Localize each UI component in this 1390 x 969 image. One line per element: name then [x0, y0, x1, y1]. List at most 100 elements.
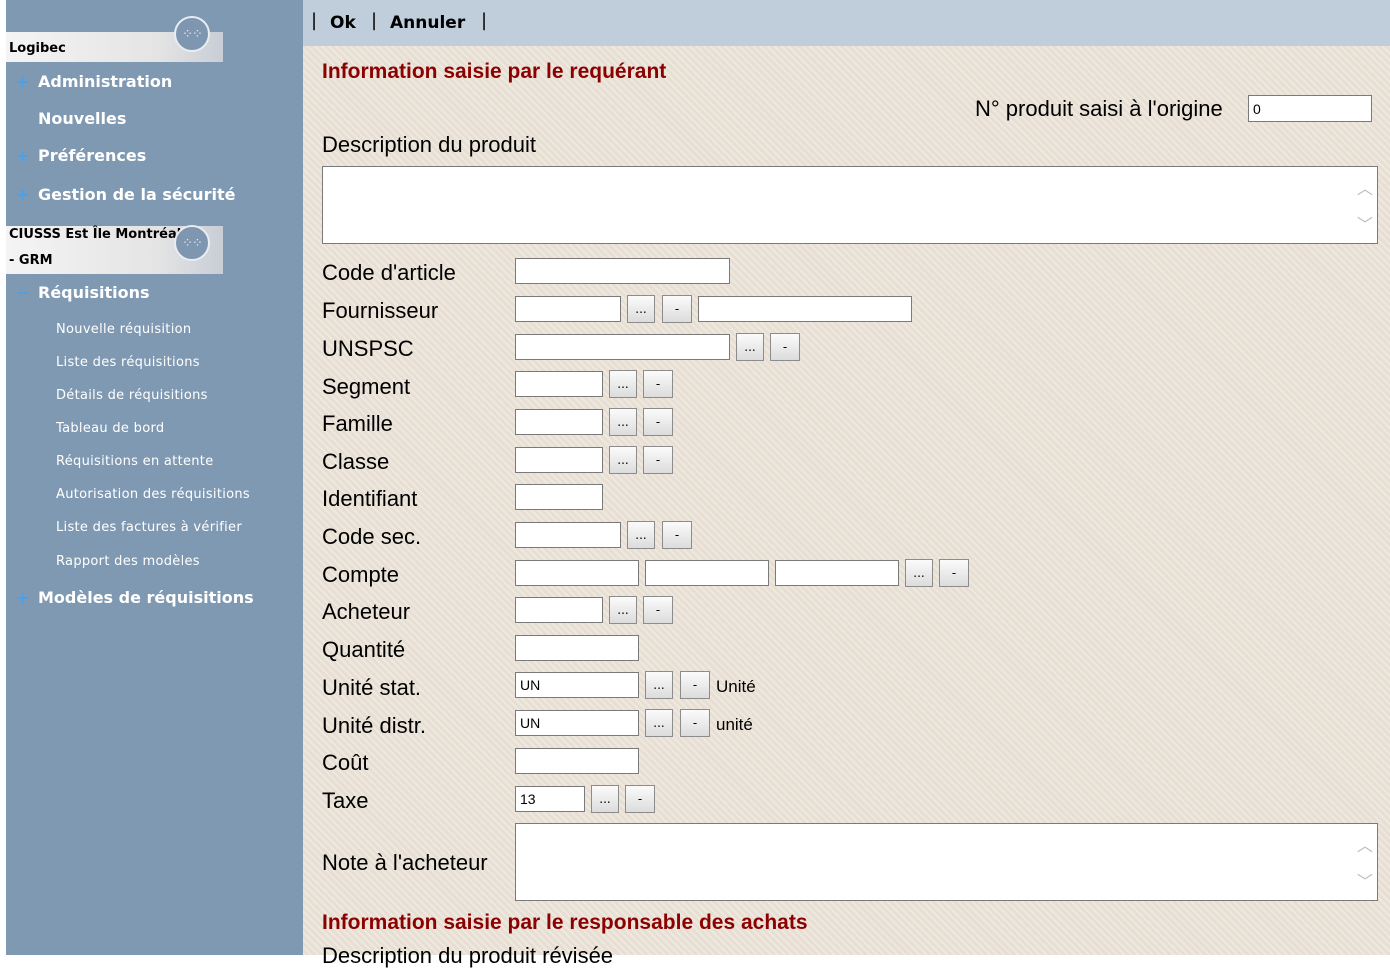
scroll-down-icon[interactable]: ﹀	[1357, 211, 1373, 235]
code-sec-input[interactable]	[515, 522, 621, 548]
compte-input-3[interactable]	[775, 560, 899, 586]
taxe-input[interactable]	[515, 786, 585, 812]
toolbar: | Ok | Annuler |	[303, 0, 1390, 46]
acheteur-lookup-button[interactable]: ...	[609, 596, 637, 624]
cancel-button[interactable]: Annuler	[390, 13, 465, 33]
code-sec-label: Code sec.	[322, 524, 422, 549]
compte-clear-button[interactable]: -	[939, 559, 969, 587]
fournisseur-name-input[interactable]	[698, 296, 912, 322]
unite-distr-label: Unité distr.	[322, 713, 426, 738]
quantite-input[interactable]	[515, 635, 639, 661]
scroll-up-icon[interactable]: ︿	[1357, 832, 1373, 856]
sidebar-subitem[interactable]: Liste des réquisitions	[56, 355, 200, 370]
description-textarea[interactable]: ︿ ﹀	[322, 166, 1378, 244]
unite-stat-lookup-button[interactable]: ...	[645, 671, 673, 699]
note-acheteur-textarea[interactable]: ︿ ﹀	[515, 823, 1378, 901]
cout-input[interactable]	[515, 748, 639, 774]
unite-distr-clear-button[interactable]: -	[680, 709, 710, 737]
collapse-icon[interactable]: −	[16, 283, 38, 302]
section-title-requerant: Information saisie par le requérant	[322, 60, 667, 83]
scroll-down-icon[interactable]: ﹀	[1357, 868, 1373, 892]
sidebar-item-gestion-securite[interactable]: + Gestion de la sécurité	[16, 185, 235, 204]
unite-distr-input[interactable]	[515, 710, 639, 736]
section-title-responsable: Information saisie par le responsable de…	[322, 911, 808, 934]
sidebar-item-preferences[interactable]: + Préférences	[16, 146, 146, 165]
unspsc-label: UNSPSC	[322, 336, 414, 361]
taxe-clear-button[interactable]: -	[625, 785, 655, 813]
sidebar-subitem[interactable]: Tableau de bord	[56, 421, 164, 436]
unite-stat-clear-button[interactable]: -	[680, 671, 710, 699]
compte-input-2[interactable]	[645, 560, 769, 586]
sidebar-subitem[interactable]: Rapport des modèles	[56, 554, 200, 569]
taxe-label: Taxe	[322, 788, 369, 813]
famille-clear-button[interactable]: -	[643, 408, 673, 436]
quantite-label: Quantité	[322, 637, 406, 662]
main-content: | Ok | Annuler | Information saisie par …	[303, 0, 1390, 968]
sidebar-subitem[interactable]: Réquisitions en attente	[56, 454, 214, 469]
acheteur-clear-button[interactable]: -	[643, 596, 673, 624]
ok-button[interactable]: Ok	[330, 13, 356, 33]
code-article-label: Code d'article	[322, 260, 456, 285]
unspsc-clear-button[interactable]: -	[770, 333, 800, 361]
segment-label: Segment	[322, 374, 411, 399]
sidebar-item-administration[interactable]: + Administration	[16, 72, 172, 91]
famille-input[interactable]	[515, 409, 603, 435]
scroll-up-icon[interactable]: ︿	[1357, 175, 1373, 199]
orig-product-input[interactable]	[1248, 95, 1372, 122]
expand-icon[interactable]: +	[16, 588, 38, 607]
famille-label: Famille	[322, 411, 393, 436]
expand-icon[interactable]: +	[16, 72, 38, 91]
compte-input-1[interactable]	[515, 560, 639, 586]
expand-icon[interactable]: +	[16, 185, 38, 204]
expand-icon[interactable]: +	[16, 146, 38, 165]
note-acheteur-label: Note à l'acheteur	[322, 850, 488, 875]
identifiant-label: Identifiant	[322, 486, 418, 511]
cout-label: Coût	[322, 750, 369, 775]
unspsc-lookup-button[interactable]: ...	[736, 333, 764, 361]
unite-stat-input[interactable]	[515, 672, 639, 698]
classe-clear-button[interactable]: -	[643, 446, 673, 474]
sidebar-item-requisitions[interactable]: − Réquisitions	[16, 283, 150, 302]
unite-stat-label: Unité stat.	[322, 675, 422, 700]
segment-clear-button[interactable]: -	[643, 370, 673, 398]
section-title: Logibec	[9, 41, 66, 56]
compte-lookup-button[interactable]: ...	[905, 559, 933, 587]
sidebar-item-label: Gestion de la sécurité	[38, 185, 236, 204]
classe-input[interactable]	[515, 447, 603, 473]
classe-label: Classe	[322, 449, 390, 474]
sidebar-subitem[interactable]: Détails de réquisitions	[56, 388, 208, 403]
code-sec-lookup-button[interactable]: ...	[627, 521, 655, 549]
famille-lookup-button[interactable]: ...	[609, 408, 637, 436]
sidebar-subitem[interactable]: Nouvelle réquisition	[56, 322, 191, 337]
toolbar-separator: |	[371, 10, 378, 31]
identifiant-input[interactable]	[515, 484, 603, 510]
fournisseur-lookup-button[interactable]: ...	[627, 295, 655, 323]
globe-icon[interactable]: ⁘⁘	[174, 16, 210, 52]
segment-lookup-button[interactable]: ...	[609, 370, 637, 398]
sidebar-item-label: Nouvelles	[38, 109, 127, 128]
unite-distr-description: unité	[716, 715, 753, 734]
taxe-lookup-button[interactable]: ...	[591, 785, 619, 813]
code-sec-clear-button[interactable]: -	[662, 521, 692, 549]
description-label: Description du produit	[322, 132, 537, 157]
segment-input[interactable]	[515, 371, 603, 397]
sidebar-item-label: Préférences	[38, 146, 147, 165]
toolbar-separator: |	[311, 10, 318, 31]
sidebar-subitem[interactable]: Liste des factures à vérifier	[56, 520, 242, 535]
section-subtitle: - GRM	[9, 253, 53, 268]
toolbar-separator: |	[481, 10, 488, 31]
sidebar-item-nouvelles[interactable]: Nouvelles	[16, 109, 126, 128]
code-article-input[interactable]	[515, 258, 730, 284]
sidebar-item-modeles-requisitions[interactable]: + Modèles de réquisitions	[16, 588, 254, 607]
fournisseur-clear-button[interactable]: -	[662, 295, 692, 323]
classe-lookup-button[interactable]: ...	[609, 446, 637, 474]
acheteur-input[interactable]	[515, 597, 603, 623]
globe-icon[interactable]: ⁘⁘	[174, 225, 210, 261]
fournisseur-label: Fournisseur	[322, 298, 439, 323]
unite-distr-lookup-button[interactable]: ...	[645, 709, 673, 737]
fournisseur-code-input[interactable]	[515, 296, 621, 322]
sidebar-subitem[interactable]: Autorisation des réquisitions	[56, 487, 250, 502]
unite-stat-description: Unité	[716, 677, 756, 696]
sidebar: Logibec ⁘⁘ + Administration Nouvelles + Pr…	[6, 0, 303, 955]
unspsc-input[interactable]	[515, 334, 730, 360]
